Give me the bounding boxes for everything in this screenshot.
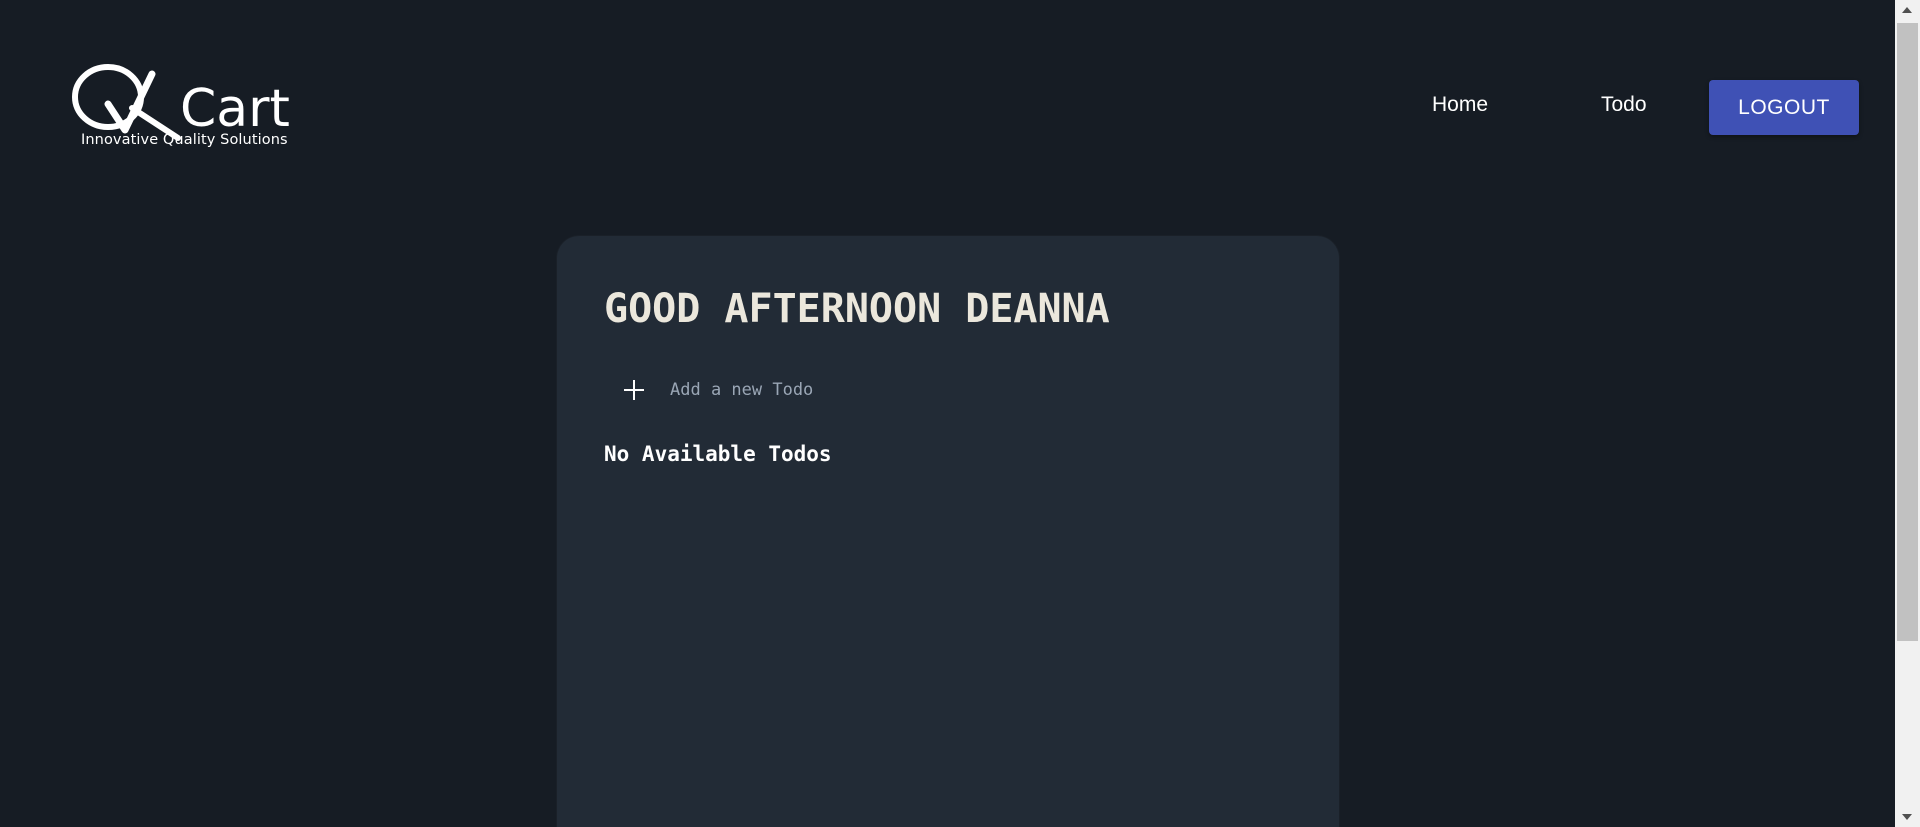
scrollbar-thumb[interactable] <box>1897 23 1918 641</box>
chevron-down-icon[interactable] <box>1902 814 1912 820</box>
chevron-up-icon[interactable] <box>1902 7 1912 13</box>
greeting-heading: GOOD AFTERNOON DEANNA <box>604 286 1110 332</box>
add-todo-row[interactable] <box>624 370 1070 410</box>
plus-icon[interactable] <box>624 380 644 400</box>
nav-home-link[interactable]: Home <box>1432 93 1488 117</box>
vertical-scrollbar[interactable] <box>1895 0 1920 827</box>
logo-wordmark: Cart <box>180 79 290 139</box>
nav-todo-link[interactable]: Todo <box>1601 93 1647 117</box>
logo-tagline: Innovative Quality Solutions <box>81 132 288 148</box>
page: Cart Innovative Quality Solutions Home T… <box>0 0 1920 827</box>
add-todo-input[interactable] <box>670 380 1070 400</box>
empty-todos-message: No Available Todos <box>604 442 832 466</box>
logout-button[interactable]: LOGOUT <box>1709 80 1859 135</box>
qacart-logo[interactable]: Cart Innovative Quality Solutions <box>70 60 300 155</box>
todo-card: GOOD AFTERNOON DEANNA No Available Todos <box>557 236 1339 827</box>
